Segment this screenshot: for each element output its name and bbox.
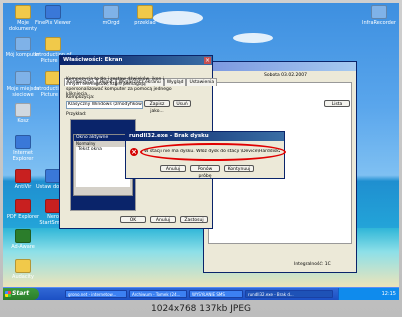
- composition-label: Kompozycja:: [66, 95, 95, 100]
- viewer-caption: 1024x768 137kb JPEG: [151, 304, 251, 314]
- ok-button[interactable]: OK: [120, 216, 146, 223]
- finepix-icon: [45, 5, 61, 19]
- display-properties-titlebar[interactable]: Właściwości: Ekran: [60, 56, 212, 65]
- desktop-icon-przeklad[interactable]: przeklad: [125, 5, 165, 26]
- desktop-icon-recycle-bin[interactable]: Kosz: [3, 103, 43, 124]
- red-highlight-ellipse: [140, 143, 286, 161]
- themes-description: Kompozycja to tło i zestaw dźwięków, iko…: [66, 77, 172, 97]
- computer-icon: [15, 37, 31, 51]
- back-window-date: Sobota 03.02.2007: [264, 73, 307, 78]
- antivir-icon: [15, 169, 31, 183]
- desktop-icon-adaware[interactable]: Ad-Aware: [3, 229, 43, 250]
- application-icon: [103, 5, 119, 19]
- dialog-continue-button[interactable]: Kontynuuj: [224, 165, 254, 172]
- error-dialog-titlebar[interactable]: rundll32.exe - Brak dysku: [126, 132, 284, 141]
- screenshot-desktop: Moje dokumenty Mój komputer Moje miejsca…: [3, 3, 399, 300]
- task-button-active[interactable]: rundll32.exe - Brak d...: [245, 290, 333, 298]
- composition-select[interactable]: Klasyczny Windows (zmodyfikowany): [66, 101, 143, 109]
- tab-settings[interactable]: Ustawienia: [186, 78, 218, 86]
- task-button[interactable]: WYSYŁANIE SMS: [189, 290, 243, 298]
- document-icon: [45, 37, 61, 51]
- adaware-icon: [15, 229, 31, 243]
- taskbar: Start grono.net - internetow... Archiwum…: [3, 287, 399, 300]
- cancel-button[interactable]: Anuluj: [150, 216, 176, 223]
- folder-icon: [15, 5, 31, 19]
- error-icon: ×: [130, 148, 138, 156]
- preview-window: Okno aktywne Normalny Tekst okna: [73, 134, 133, 196]
- back-window-status: Integralność: 1C: [294, 262, 331, 267]
- audacity-icon: [15, 259, 31, 273]
- image-viewer: Moje dokumenty Mój komputer Moje miejsca…: [0, 0, 402, 317]
- folder-icon: [137, 5, 153, 19]
- internet-explorer-icon: [15, 135, 31, 149]
- dialog-retry-button[interactable]: Ponów próbę: [190, 165, 220, 179]
- task-button[interactable]: Archiwum - Tomek (24...: [129, 290, 187, 298]
- pdf-icon: [15, 199, 31, 213]
- apply-button[interactable]: Zastosuj: [180, 216, 208, 223]
- start-button[interactable]: Start: [3, 288, 39, 300]
- dialog-cancel-button[interactable]: Anuluj: [160, 165, 186, 172]
- system-tray: 12:15: [338, 288, 399, 300]
- recycle-bin-icon: [15, 103, 31, 117]
- delete-button[interactable]: Usuń: [173, 100, 191, 107]
- list-button[interactable]: Lista: [324, 100, 350, 107]
- network-icon: [15, 71, 31, 85]
- close-icon[interactable]: ×: [204, 57, 211, 64]
- desktop-icon-infrarecorder[interactable]: InfraRecorder: [359, 5, 399, 26]
- task-button[interactable]: grono.net - internetow...: [65, 290, 127, 298]
- disc-icon: [371, 5, 387, 19]
- preview-menu: Normalny: [76, 141, 96, 146]
- desktop-icon-ie[interactable]: Internet Explorer: [3, 135, 43, 162]
- back-window-titlebar[interactable]: [204, 62, 356, 71]
- windows-logo-icon: [5, 291, 11, 297]
- error-dialog[interactable]: rundll32.exe - Brak dysku × W stacji nie…: [125, 131, 286, 179]
- sample-label: Przykład:: [66, 112, 87, 117]
- start-label: Start: [12, 290, 30, 297]
- preview-text: Tekst okna: [76, 147, 130, 187]
- clock[interactable]: 12:15: [382, 288, 396, 300]
- save-as-button[interactable]: Zapisz jako...: [144, 100, 170, 114]
- desktop-icon-finepix[interactable]: FinePix Viewer: [33, 5, 73, 26]
- desktop-icon-audacity[interactable]: Audacity: [3, 259, 43, 280]
